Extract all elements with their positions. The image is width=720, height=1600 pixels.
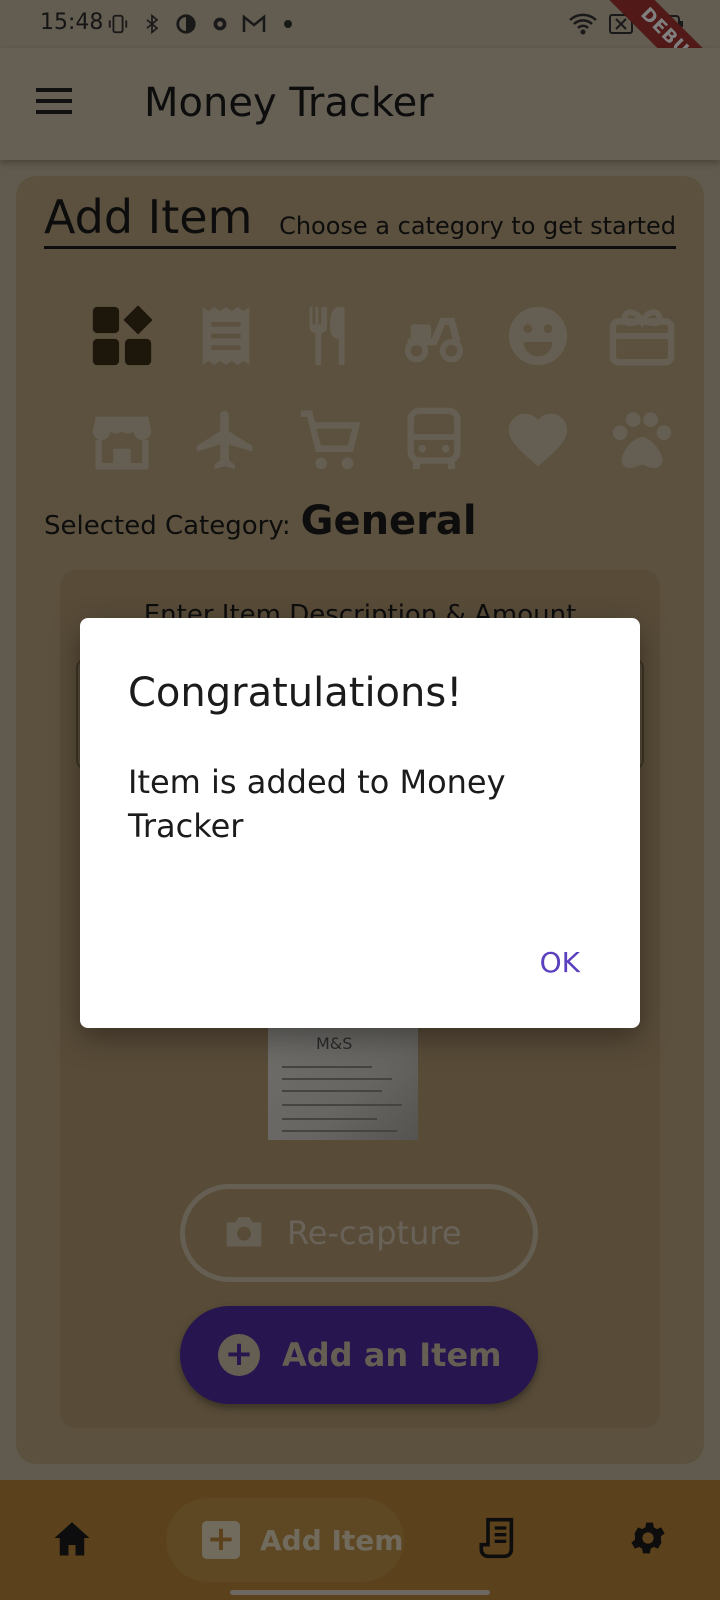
dialog-ok-button[interactable]: OK (540, 946, 580, 979)
dialog-message: Item is added to Money Tracker (128, 763, 506, 845)
success-dialog: Congratulations! Item is added to Money … (80, 618, 640, 1028)
dialog-title: Congratulations! (128, 670, 463, 716)
